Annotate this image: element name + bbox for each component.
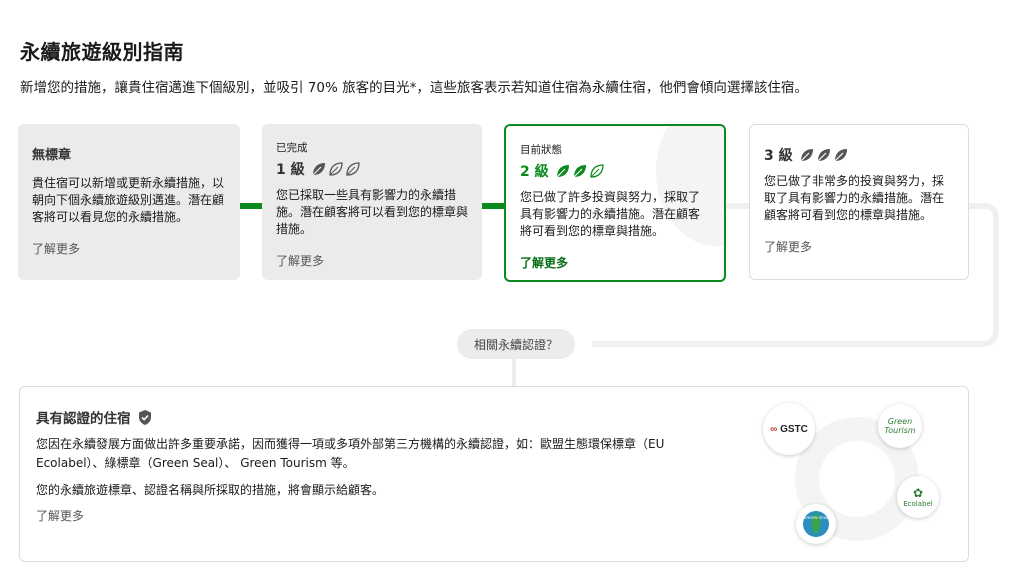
leaf-filled-icon bbox=[312, 163, 325, 176]
level-title: 無標章 bbox=[32, 148, 72, 163]
green-seal-logo: GREEN SEAL bbox=[796, 504, 836, 544]
learn-more-link[interactable]: 了解更多 bbox=[32, 240, 226, 257]
level-description: 您已採取一些具有影響力的永續措施。潛在顧客將可以看到您的標章與措施。 bbox=[276, 188, 469, 236]
leaf-filled-icon bbox=[573, 165, 586, 178]
level-label: 1 級 bbox=[276, 162, 305, 178]
leaf-rating bbox=[799, 147, 849, 163]
certified-description: 您因在永續發展方面做出許多重要承諾，因而獲得一項或多項外部第三方機構的永續認證，… bbox=[36, 437, 665, 470]
certified-note: 您的永續旅遊標章、認證名稱與所採取的措施，將會顯示給顧客。 bbox=[36, 483, 385, 497]
leaf-filled-icon bbox=[834, 149, 847, 162]
level-description: 您已做了許多投資與努力，採取了具有影響力的永續措施。潛在顧客將可看到您的標章與措… bbox=[520, 190, 701, 238]
progress-connector bbox=[726, 203, 749, 209]
leaf-rating bbox=[555, 163, 605, 179]
level-description: 貴住宿可以新增或更新永續措施，以朝向下個永續旅遊級別邁進。潛在顧客將可以看見您的… bbox=[32, 176, 225, 224]
progress-connector bbox=[482, 203, 504, 209]
gstc-logo: ∞ GSTC bbox=[763, 403, 815, 455]
certified-property-section: 具有認證的住宿 您因在永續發展方面做出許多重要承諾，因而獲得一項或多項外部第三方… bbox=[19, 386, 969, 562]
leaf-filled-icon bbox=[800, 149, 813, 162]
certified-title: 具有認證的住宿 bbox=[36, 411, 131, 427]
related-certification-pill[interactable]: 相關永續認證？ bbox=[457, 329, 575, 359]
status-label: 已完成 bbox=[276, 142, 308, 154]
learn-more-link[interactable]: 了解更多 bbox=[276, 252, 468, 269]
leaf-rating bbox=[311, 161, 361, 177]
leaf-filled-icon bbox=[556, 165, 569, 178]
status-label: 目前狀態 bbox=[520, 144, 562, 156]
level-card-2-current: 目前狀態 2 級 您已做了許多投資與努力，採取了具有影響力的永續措施。潛在顧客將… bbox=[504, 124, 726, 282]
leaf-outline-icon bbox=[589, 164, 604, 178]
learn-more-link[interactable]: 了解更多 bbox=[36, 507, 84, 524]
level-card-1: 已完成 1 級 您已採取一些具有影響力的永續措施。潛在顧客將可以看到您的標章與措… bbox=[262, 124, 482, 280]
learn-more-link[interactable]: 了解更多 bbox=[520, 254, 710, 271]
level-label: 2 級 bbox=[520, 164, 549, 180]
level-label: 3 級 bbox=[764, 148, 793, 164]
level-card-3: 3 級 您已做了非常多的投資與努力，採取了具有影響力的永續措施。潛在顧客將可看到… bbox=[749, 124, 969, 280]
level-card-none: 無標章 貴住宿可以新增或更新永續措施，以朝向下個永續旅遊級別邁進。潛在顧客將可以… bbox=[18, 124, 240, 280]
page-title: 永續旅遊級別指南 bbox=[20, 40, 184, 64]
page-subtitle: 新增您的措施，讓貴住宿邁進下個級別，並吸引 70% 旅客的目光*，這些旅客表示若… bbox=[20, 80, 808, 96]
certified-title-row: 具有認證的住宿 bbox=[36, 407, 153, 427]
svg-text:GREEN SEAL: GREEN SEAL bbox=[803, 515, 829, 520]
leaf-outline-icon bbox=[328, 162, 343, 176]
shield-check-icon bbox=[138, 409, 151, 425]
eu-ecolabel-logo: ✿ Ecolabel bbox=[897, 476, 939, 518]
leaf-outline-icon bbox=[345, 162, 360, 176]
progress-connector bbox=[240, 203, 262, 209]
leaf-filled-icon bbox=[817, 149, 830, 162]
learn-more-link[interactable]: 了解更多 bbox=[764, 238, 954, 255]
green-tourism-logo: Green Tourism bbox=[878, 404, 922, 448]
level-description: 您已做了非常多的投資與努力，採取了具有影響力的永續措施。潛在顧客將可看到您的標章… bbox=[764, 174, 945, 222]
